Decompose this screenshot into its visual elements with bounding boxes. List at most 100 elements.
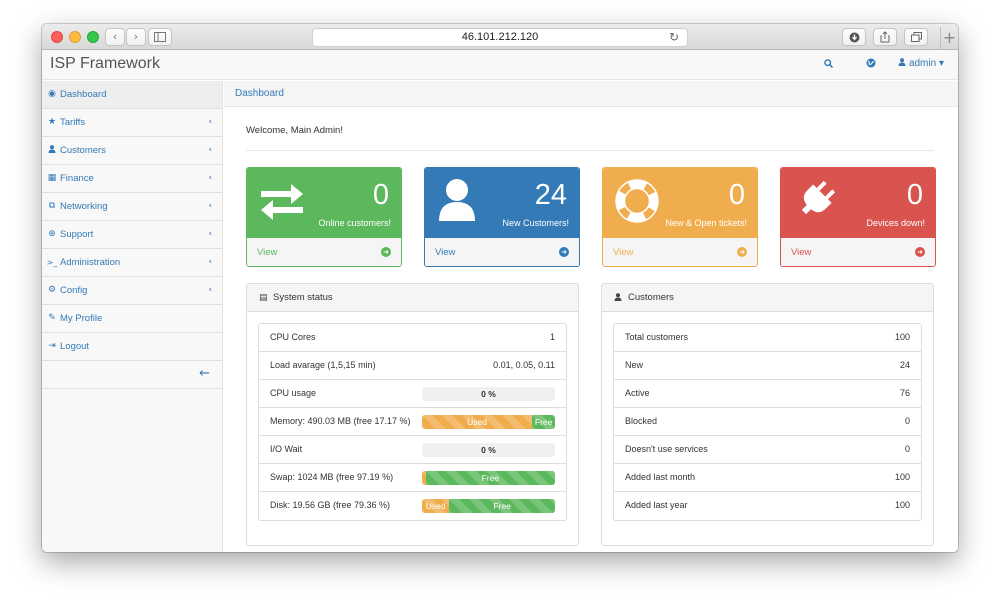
- progress-free-segment: Free: [425, 471, 555, 485]
- maximize-window-button[interactable]: [87, 31, 99, 43]
- reload-icon[interactable]: ↻: [669, 29, 679, 46]
- sidebar-item-logout[interactable]: ⇥ Logout: [42, 333, 222, 361]
- plus-icon: +: [942, 28, 957, 47]
- tabs-icon: [910, 32, 922, 42]
- sidebar-item-dashboard[interactable]: ◉ Dashboard: [42, 81, 222, 109]
- stat-view-link[interactable]: View ➜: [247, 238, 401, 266]
- user-name: admin: [908, 58, 937, 69]
- progress-used-segment: Used: [422, 499, 450, 513]
- row-value: 0.01, 0.05, 0.11: [493, 360, 555, 370]
- chevron-right-icon: ›: [133, 30, 139, 43]
- table-row: Doesn't use services 0: [614, 436, 921, 464]
- user-icon: [898, 58, 909, 69]
- user-icon: [439, 179, 475, 221]
- table-row: Disk: 19.56 GB (free 79.36 %) Used Free: [259, 492, 566, 520]
- table-row: Load avarage (1,5,15 min) 0.01, 0.05, 0.…: [259, 352, 566, 380]
- back-button[interactable]: ‹: [105, 28, 125, 46]
- row-label: Swap: 1024 MB (free 97.19 %): [270, 472, 394, 482]
- tabs-overview-button[interactable]: [904, 28, 928, 46]
- row-label: Added last year: [625, 500, 688, 510]
- stat-view-link[interactable]: View ➜: [425, 238, 579, 266]
- customers-panel: Customers Total customers 100 New 24 Act…: [601, 283, 934, 546]
- io-wait-progress-bar: 0 %: [422, 443, 555, 457]
- stat-view-link[interactable]: View ➜: [603, 238, 757, 266]
- stat-label: New Customers!: [502, 218, 569, 228]
- sidebar-item-my-profile[interactable]: ✎ My Profile: [42, 305, 222, 333]
- browser-titlebar: ‹ › 46.101.212.120 ↻ +: [42, 24, 958, 50]
- row-value: 100: [894, 500, 910, 510]
- row-value: 100: [894, 332, 910, 342]
- table-row: Memory: 490.03 MB (free 17.17 %) Used Fr…: [259, 408, 566, 436]
- welcome-message: Welcome, Main Admin!: [246, 125, 343, 136]
- user-icon: [46, 137, 58, 164]
- stat-panel-header: 0 Online customers!: [247, 168, 401, 238]
- user-menu[interactable]: admin ▾: [898, 58, 944, 69]
- progress-used-segment: Used: [422, 415, 533, 429]
- table-row: CPU usage 0 %: [259, 380, 566, 408]
- row-value: 24: [899, 360, 910, 370]
- row-value: 0: [904, 444, 910, 454]
- chevron-left-icon: ‹: [112, 30, 118, 43]
- sidebar-item-finance[interactable]: ▦ Finance ‹: [42, 165, 222, 193]
- address-bar[interactable]: 46.101.212.120 ↻: [312, 28, 688, 47]
- disk-progress-bar: Used Free: [422, 499, 555, 513]
- sidebar-toggle-button[interactable]: [148, 28, 172, 46]
- sidebar-item-tariffs[interactable]: ★ Tariffs ‹: [42, 109, 222, 137]
- panel-heading: Customers: [602, 284, 933, 312]
- caret-down-icon: ▾: [938, 58, 944, 69]
- new-tab-button[interactable]: +: [940, 27, 958, 49]
- globe-icon[interactable]: [866, 58, 876, 71]
- share-button[interactable]: [873, 28, 897, 46]
- breadcrumb-dashboard-link[interactable]: Dashboard: [235, 88, 284, 99]
- sidebar-item-networking[interactable]: ⧉ Networking ‹: [42, 193, 222, 221]
- sidebar-item-label: My Profile: [60, 313, 103, 324]
- minimize-window-button[interactable]: [69, 31, 81, 43]
- chevron-left-icon: ‹: [208, 117, 212, 127]
- row-label: Load avarage (1,5,15 min): [270, 360, 376, 370]
- table-row: CPU Cores 1: [259, 324, 566, 352]
- user-icon: [614, 284, 622, 312]
- sidebar-item-label: Dashboard: [60, 89, 107, 100]
- brand-title[interactable]: ISP Framework: [50, 55, 160, 73]
- chevron-left-icon: ‹: [208, 201, 212, 211]
- stat-panel-open-tickets: 0 New & Open tickets! View ➜: [602, 167, 758, 267]
- row-label: New: [625, 360, 644, 370]
- url-text: 46.101.212.120: [461, 31, 539, 43]
- progress-free-segment: Free: [449, 499, 555, 513]
- sidebar-collapse-button[interactable]: ←: [42, 361, 222, 389]
- swap-progress-bar: Free: [422, 471, 555, 485]
- downloads-button[interactable]: [842, 28, 866, 46]
- sidebar-item-customers[interactable]: Customers ‹: [42, 137, 222, 165]
- pencil-icon: ✎: [48, 313, 56, 323]
- main-content: Dashboard Welcome, Main Admin! 0 Online …: [224, 81, 958, 552]
- chevron-left-icon: ‹: [208, 285, 212, 295]
- progress-text: 0 %: [481, 389, 496, 399]
- stat-view-link[interactable]: View ➜: [781, 238, 935, 266]
- table-row: Added last year 100: [614, 492, 921, 520]
- sidebar-item-config[interactable]: ⚙ Config ‹: [42, 277, 222, 305]
- table-row: Added last month 100: [614, 464, 921, 492]
- sidebar-item-administration[interactable]: >_ Administration ‹: [42, 249, 222, 277]
- server-icon: ▤: [259, 293, 268, 303]
- stat-value: 0: [372, 179, 389, 211]
- chevron-left-icon: ‹: [208, 173, 212, 183]
- search-icon[interactable]: [824, 58, 834, 71]
- plug-icon: [801, 180, 836, 215]
- system-status-table: CPU Cores 1 Load avarage (1,5,15 min) 0.…: [258, 323, 567, 521]
- cpu-usage-progress-bar: 0 %: [422, 387, 555, 401]
- exchange-icon: [261, 184, 303, 220]
- star-icon: ★: [47, 117, 57, 127]
- breadcrumb: Dashboard: [224, 81, 958, 107]
- table-row: Blocked 0: [614, 408, 921, 436]
- close-window-button[interactable]: [51, 31, 63, 43]
- stat-label: Online customers!: [318, 218, 391, 228]
- cogs-icon: ⚙: [47, 285, 57, 295]
- forward-button[interactable]: ›: [126, 28, 146, 46]
- stat-panel-devices-down: 0 Devices down! View ➜: [780, 167, 936, 267]
- sidebar-item-label: Config: [60, 285, 88, 296]
- arrow-circle-right-icon: ➜: [737, 247, 747, 257]
- memory-progress-bar: Used Free: [422, 415, 555, 429]
- arrow-circle-right-icon: ➜: [915, 247, 925, 257]
- lifebuoy-icon: ⊕: [48, 229, 56, 239]
- sidebar-item-support[interactable]: ⊕ Support ‹: [42, 221, 222, 249]
